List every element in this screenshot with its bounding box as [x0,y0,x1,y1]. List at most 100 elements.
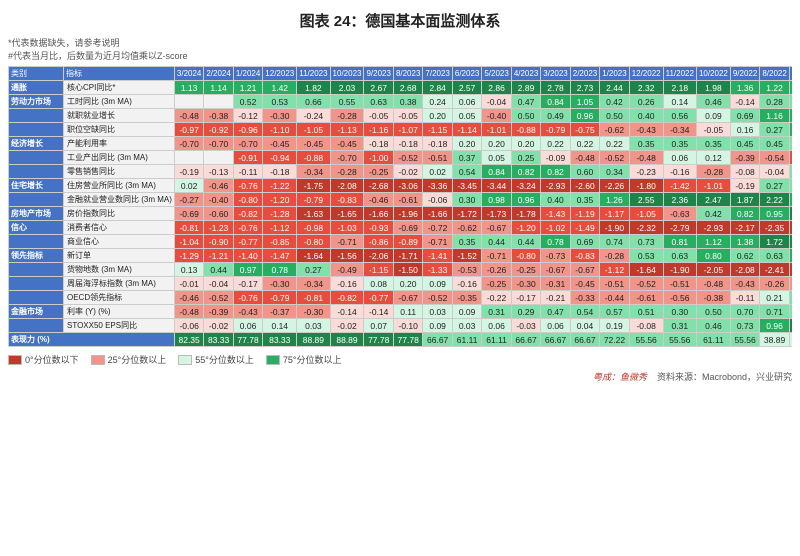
cell-12-12: -0.73 [541,249,570,263]
cell-15-2: -0.76 [233,291,262,305]
cell-17-1: -0.02 [204,319,233,333]
main-table: 类别 指标 3/2024 2/2024 1/2024 12/2023 11/20… [8,66,792,347]
cell-0-15: 2.32 [629,81,663,95]
cell-3-5: -1.13 [330,123,364,137]
cell-5-8: -0.51 [423,151,452,165]
cell-0-18: 1.36 [730,81,759,95]
cell-13-11: -0.25 [511,263,540,277]
cell-0-14: 2.44 [600,81,629,95]
cell-15-15: -0.61 [629,291,663,305]
cell-13-16: -1.90 [663,263,696,277]
cell-5-5: -0.70 [330,151,364,165]
cell-18-18: 55.56 [730,333,759,347]
legend-box-3 [178,355,192,365]
cell-8-18: 1.87 [730,193,759,207]
cell-6-16: -0.16 [663,165,696,179]
cell-4-7: -0.18 [393,137,422,151]
cell-3-14: -0.62 [600,123,629,137]
cell-3-8: -1.15 [423,123,452,137]
cell-6-6: -0.25 [364,165,393,179]
cell-1-18: -0.14 [730,95,759,109]
cell-10-20: -1.59 [789,221,792,235]
cell-16-9: 0.09 [452,305,481,319]
cell-0-10: 2.86 [482,81,511,95]
cell-16-3: -0.37 [263,305,297,319]
cell-6-3: -0.18 [263,165,297,179]
cell-2-5: -0.28 [330,109,364,123]
cell-7-2: -0.76 [233,179,262,193]
cell-2-4: -0.24 [297,109,330,123]
cell-8-16: 2.36 [663,193,696,207]
row-label-15: OECD领先指标 [64,291,175,305]
cell-12-11: -0.80 [511,249,540,263]
cell-14-12: -0.31 [541,277,570,291]
cell-15-5: -0.82 [330,291,364,305]
cell-12-13: -0.83 [570,249,599,263]
cell-11-5: -0.71 [330,235,364,249]
cell-4-18: 0.45 [730,137,759,151]
cell-11-7: -0.89 [393,235,422,249]
cell-1-2: 0.52 [233,95,262,109]
cell-4-4: -0.45 [297,137,330,151]
cell-13-20: -2.04 [789,263,792,277]
cell-9-9: -1.72 [452,207,481,221]
cell-5-12: -0.09 [541,151,570,165]
cell-10-19: -2.35 [760,221,789,235]
cell-13-8: -1.33 [423,263,452,277]
cell-5-15: -0.48 [629,151,663,165]
cell-14-15: -0.52 [629,277,663,291]
cell-5-2: -0.91 [233,151,262,165]
cell-18-12: 66.67 [541,333,570,347]
cell-16-10: 0.31 [482,305,511,319]
cell-10-2: -0.76 [233,221,262,235]
cell-17-19: 0.96 [760,319,789,333]
cell-1-4: 0.66 [297,95,330,109]
cell-7-12: -2.93 [541,179,570,193]
cell-2-3: -0.30 [263,109,297,123]
cell-12-5: -1.56 [330,249,364,263]
row-cat-13 [9,263,64,277]
cell-9-7: -1.96 [393,207,422,221]
cell-15-20: 0.54 [789,291,792,305]
cell-6-18: -0.08 [730,165,759,179]
col-header-3-2023: 3/2023 [541,67,570,81]
col-header-6-2023: 6/2023 [452,67,481,81]
cell-5-13: -0.48 [570,151,599,165]
row-label-12: 新订单 [64,249,175,263]
cell-14-2: -0.17 [233,277,262,291]
cell-2-19: 1.16 [760,109,789,123]
cell-1-1 [204,95,233,109]
row-label-7: 住房营业所同比 (3m MA) [64,179,175,193]
cell-0-7: 2.68 [393,81,422,95]
cell-15-9: -0.35 [452,291,481,305]
cell-17-4: 0.03 [297,319,330,333]
cell-14-18: -0.43 [730,277,759,291]
cell-16-8: 0.03 [423,305,452,319]
cell-18-13: 66.67 [570,333,599,347]
cell-8-2: -0.80 [233,193,262,207]
legend-label-1: 0°分位数以下 [25,353,79,366]
cell-17-17: 0.46 [696,319,730,333]
cell-18-17: 61.11 [696,333,730,347]
cell-5-17: 0.12 [696,151,730,165]
legend-item-2: 25°分位数以上 [91,353,167,366]
cell-11-0: -1.04 [174,235,203,249]
cell-10-5: -1.03 [330,221,364,235]
watermark-text: 粤成：鱼微秀 [593,372,647,382]
cell-10-9: -0.62 [452,221,481,235]
row-cat-14 [9,277,64,291]
cell-13-19: -2.41 [760,263,789,277]
cell-13-1: 0.44 [204,263,233,277]
cell-7-3: -1.22 [263,179,297,193]
row-label-17: STOXX50 EPS同比 [64,319,175,333]
cell-12-20: 0.84 [789,249,792,263]
cell-4-9: 0.20 [452,137,481,151]
cell-6-13: 0.60 [570,165,599,179]
cell-17-7: -0.10 [393,319,422,333]
cell-11-20: 1.66 [789,235,792,249]
cell-8-8: -0.06 [423,193,452,207]
row-cat-1: 劳动力市场 [9,95,64,109]
cell-18-16: 55.56 [663,333,696,347]
cell-2-17: 0.09 [696,109,730,123]
cell-7-10: -3.44 [482,179,511,193]
